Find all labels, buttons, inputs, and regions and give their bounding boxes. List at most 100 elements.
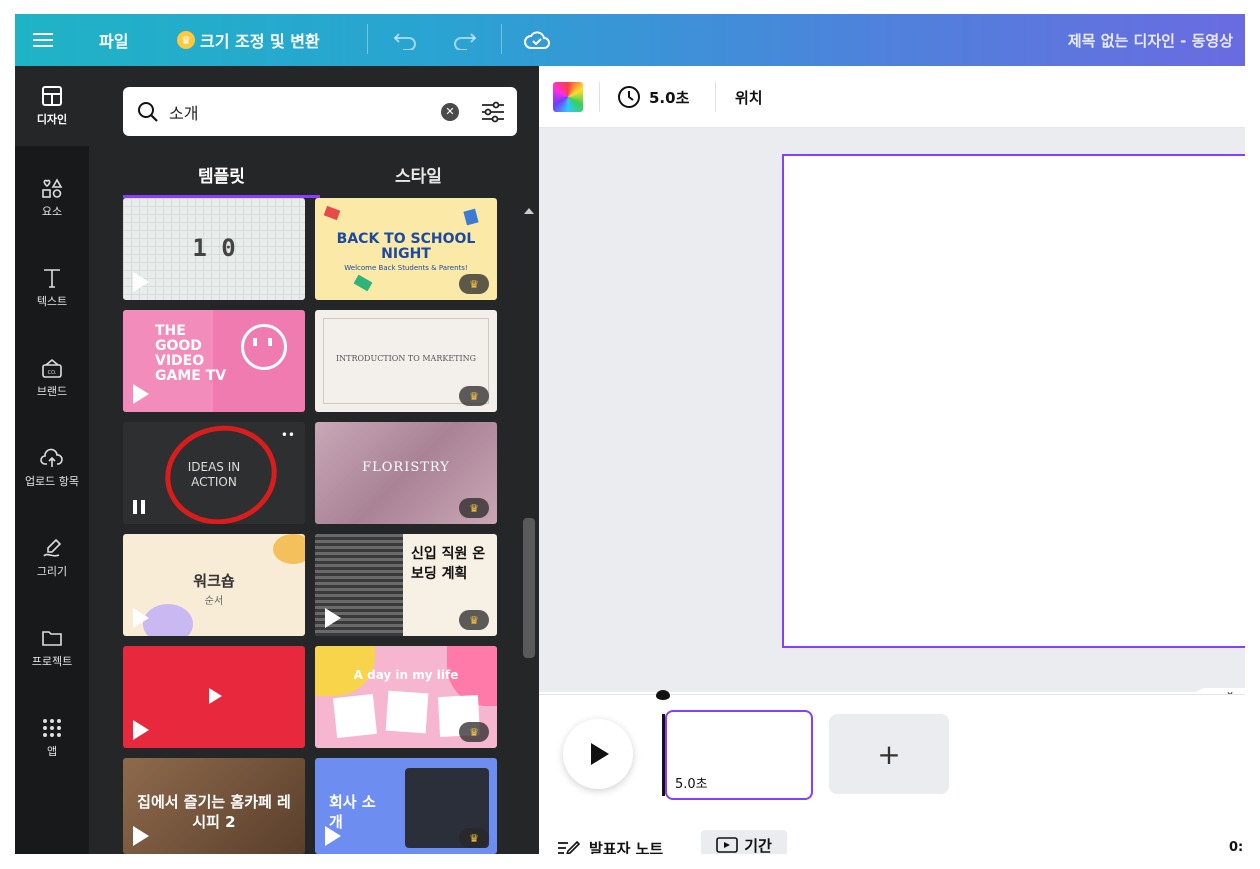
rail-item-text[interactable]: 텍스트 bbox=[15, 248, 89, 328]
premium-crown-icon: ♛ bbox=[459, 610, 489, 630]
rail-label: 요소 bbox=[41, 205, 63, 218]
rail-label: 프로젝트 bbox=[31, 655, 73, 668]
template-card[interactable] bbox=[123, 646, 305, 748]
tab-styles[interactable]: 스타일 bbox=[320, 152, 517, 196]
playhead-handle[interactable] bbox=[656, 690, 670, 700]
panel-tabs: 템플릿 스타일 bbox=[123, 152, 517, 198]
file-menu[interactable]: 파일 bbox=[99, 14, 128, 66]
template-card[interactable]: 회사 소개 ♛ bbox=[315, 758, 497, 854]
premium-crown-icon: ♛ bbox=[459, 828, 489, 848]
template-title: BACK TO SCHOOL NIGHT bbox=[336, 231, 476, 262]
crown-icon: ♛ bbox=[177, 31, 195, 49]
rail-item-draw[interactable]: 그리기 bbox=[15, 518, 89, 598]
canvas-area bbox=[539, 128, 1245, 706]
template-grid: 1 0 BACK TO SCHOOL NIGHT Welcome Back St… bbox=[123, 198, 517, 854]
premium-crown-icon: ♛ bbox=[459, 722, 489, 742]
apps-grid-icon bbox=[43, 719, 61, 737]
timing-label: 기간 bbox=[744, 836, 772, 855]
app-window: 파일 ♛ 크기 조정 및 변환 제목 없는 디자인 - 동영상 디자인 요소 텍… bbox=[15, 14, 1245, 854]
template-title: 신입 직원 온보딩 계획 bbox=[411, 546, 486, 582]
top-bar: 파일 ♛ 크기 조정 및 변환 제목 없는 디자인 - 동영상 bbox=[15, 14, 1245, 66]
rail-item-elements[interactable]: 요소 bbox=[15, 158, 89, 238]
time-readout: 0: bbox=[1229, 840, 1244, 854]
rail-item-apps[interactable]: 앱 bbox=[15, 698, 89, 778]
template-title: FLORISTRY bbox=[362, 460, 450, 475]
rail-item-design[interactable]: 디자인 bbox=[15, 66, 89, 146]
rail-label: 업로드 항목 bbox=[24, 475, 80, 488]
svg-text:CO.: CO. bbox=[48, 370, 57, 376]
play-icon bbox=[133, 720, 149, 740]
divider bbox=[715, 82, 716, 112]
premium-crown-icon: ♛ bbox=[459, 386, 489, 406]
rail-item-projects[interactable]: 프로젝트 bbox=[15, 608, 89, 688]
rail-label: 디자인 bbox=[36, 113, 68, 126]
redo-icon[interactable] bbox=[451, 14, 477, 66]
play-button[interactable] bbox=[563, 719, 633, 789]
template-card[interactable]: A day in my life ♛ bbox=[315, 646, 497, 748]
upload-cloud-icon bbox=[40, 448, 63, 467]
menu-icon[interactable] bbox=[33, 14, 55, 66]
cloud-check-icon[interactable] bbox=[523, 14, 551, 66]
rail-item-uploads[interactable]: 업로드 항목 bbox=[15, 428, 89, 508]
search-icon bbox=[138, 101, 158, 122]
template-title: 집에서 즐기는 홈카페 레시피 2 bbox=[137, 793, 291, 831]
play-icon bbox=[325, 826, 341, 846]
clear-search-icon[interactable]: ✕ bbox=[441, 102, 459, 121]
more-options-icon[interactable]: •• bbox=[281, 428, 295, 442]
template-card[interactable]: IDEAS IN ACTION •• bbox=[123, 422, 305, 524]
scroll-thumb[interactable] bbox=[523, 518, 535, 658]
template-title: 워크숍 bbox=[193, 572, 235, 590]
video-play-icon bbox=[209, 688, 222, 704]
play-icon bbox=[133, 272, 149, 292]
play-icon bbox=[325, 608, 341, 628]
timing-icon bbox=[716, 837, 738, 853]
template-card[interactable]: 집에서 즐기는 홈카페 레시피 2 bbox=[123, 758, 305, 854]
rail-label: 텍스트 bbox=[36, 295, 68, 308]
clock-icon bbox=[618, 86, 640, 108]
template-title: INTRODUCTION TO MARKETING bbox=[335, 354, 477, 363]
presenter-notes-button[interactable]: 발표자 노트 bbox=[557, 834, 663, 854]
add-page-button[interactable]: + bbox=[829, 714, 949, 794]
template-card[interactable]: BACK TO SCHOOL NIGHT Welcome Back Studen… bbox=[315, 198, 497, 300]
left-rail: 디자인 요소 텍스트 CO. 브랜드 업로드 항목 그리기 프로젝트 앱 bbox=[15, 66, 89, 854]
timing-button[interactable]: 기간 bbox=[701, 830, 787, 854]
template-card[interactable]: 신입 직원 온보딩 계획 ♛ bbox=[315, 534, 497, 636]
shapes-icon bbox=[42, 178, 63, 198]
duration-label: 5.0초 bbox=[649, 88, 690, 107]
side-panel: 소개 ✕ 템플릿 스타일 1 0 BACK TO SCHOOL NIGHT We… bbox=[89, 66, 539, 854]
filter-sliders-icon[interactable] bbox=[481, 101, 505, 123]
search-box[interactable]: 소개 ✕ bbox=[123, 87, 517, 136]
undo-icon[interactable] bbox=[393, 14, 419, 66]
notes-label: 발표자 노트 bbox=[589, 839, 664, 855]
position-button[interactable]: 위치 bbox=[735, 66, 763, 128]
tab-templates[interactable]: 템플릿 bbox=[123, 152, 320, 196]
editor-toolbar: 5.0초 위치 bbox=[539, 66, 1245, 128]
template-title: 1 0 bbox=[192, 234, 236, 262]
play-icon bbox=[133, 608, 149, 628]
draw-icon bbox=[43, 538, 62, 557]
resize-button[interactable]: ♛ 크기 조정 및 변환 bbox=[177, 14, 320, 66]
timeline-clip[interactable]: 5.0초 bbox=[665, 710, 813, 800]
color-picker-button[interactable] bbox=[553, 82, 583, 112]
divider bbox=[599, 82, 600, 112]
rail-item-brand[interactable]: CO. 브랜드 bbox=[15, 338, 89, 418]
template-subtitle: 순서 bbox=[204, 596, 224, 607]
template-card[interactable]: THE GOOD VIDEO GAME TV bbox=[123, 310, 305, 412]
panel-scrollbar[interactable] bbox=[519, 198, 539, 854]
template-card[interactable]: FLORISTRY ♛ bbox=[315, 422, 497, 524]
search-input[interactable]: 소개 bbox=[169, 100, 441, 124]
template-subtitle: Welcome Back Students & Parents! bbox=[344, 264, 468, 272]
document-title[interactable]: 제목 없는 디자인 - 동영상 bbox=[1068, 14, 1233, 66]
template-title: A day in my life bbox=[353, 668, 459, 682]
notes-pen-icon bbox=[558, 840, 581, 854]
resize-label: 크기 조정 및 변환 bbox=[200, 32, 320, 51]
duration-button[interactable]: 5.0초 bbox=[617, 66, 689, 128]
template-card[interactable]: 1 0 bbox=[123, 198, 305, 300]
rail-label: 앱 bbox=[46, 745, 58, 758]
rail-label: 브랜드 bbox=[36, 385, 68, 398]
template-card[interactable]: INTRODUCTION TO MARKETING ♛ bbox=[315, 310, 497, 412]
design-page[interactable] bbox=[782, 154, 1245, 648]
template-card[interactable]: 워크숍 순서 bbox=[123, 534, 305, 636]
text-icon bbox=[44, 269, 60, 288]
scroll-up-icon[interactable] bbox=[524, 208, 534, 214]
